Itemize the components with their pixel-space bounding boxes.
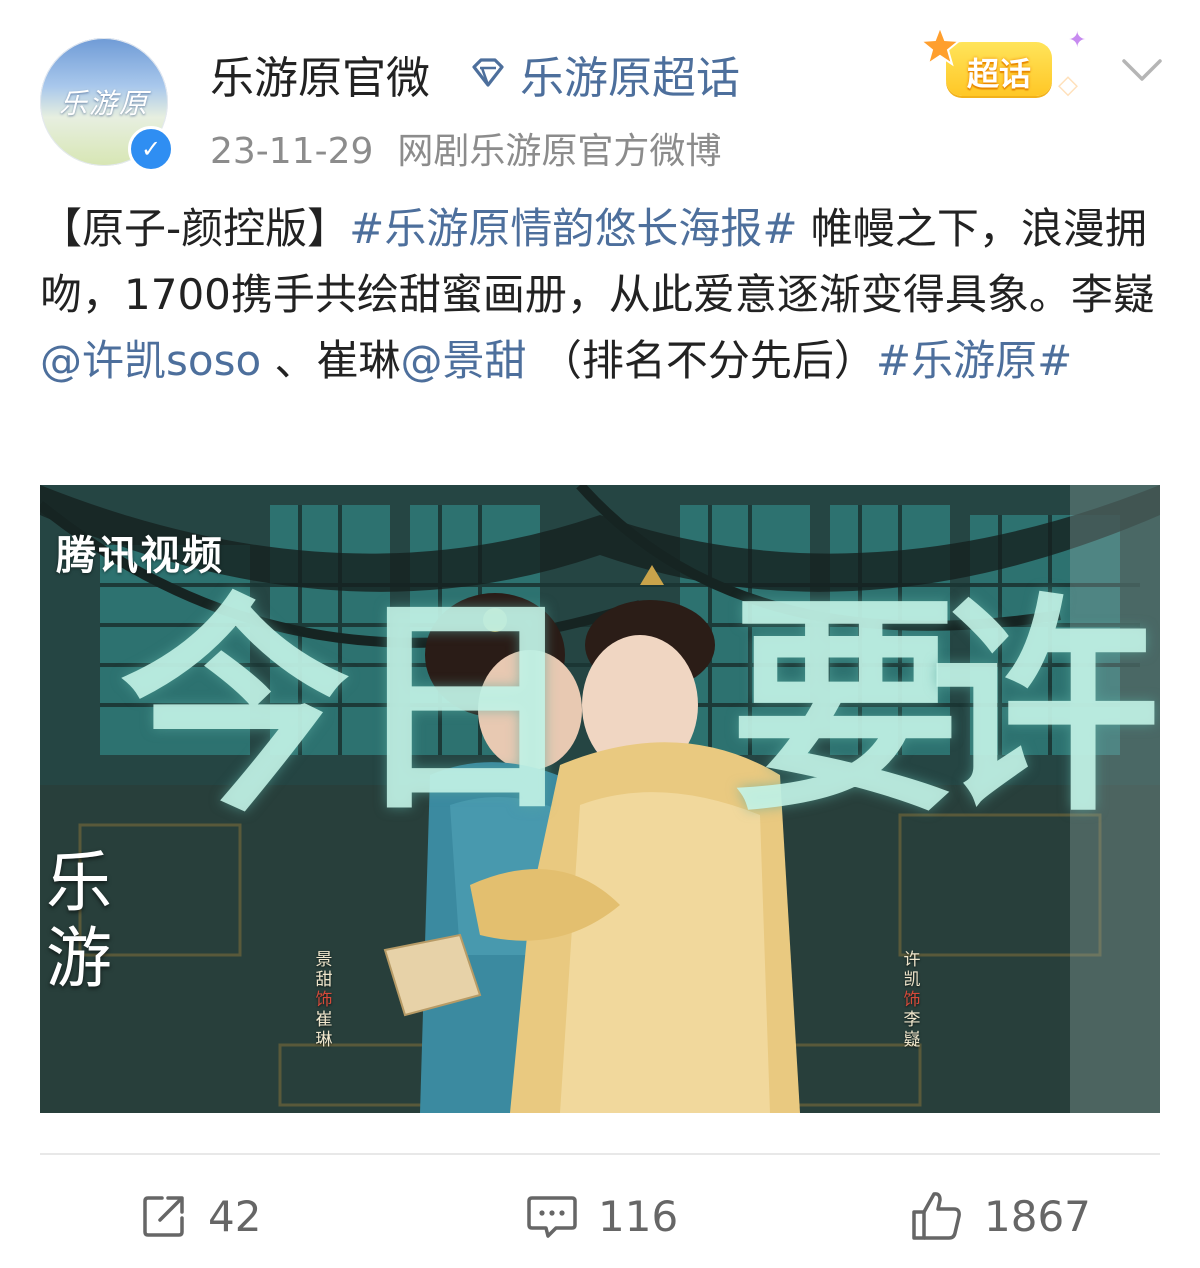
credit-char: 琳 (315, 1030, 333, 1050)
credit-char: 崔 (315, 1010, 333, 1030)
avatar-logo-text: 乐游原 (58, 87, 149, 120)
post-body: 、崔琳 (261, 336, 401, 385)
chevron-down-icon[interactable] (1120, 56, 1164, 84)
poster-title-char: 要 (730, 573, 961, 843)
super-topic-link[interactable]: 乐游原超话 (520, 42, 740, 106)
super-topic-diamond-icon (472, 58, 504, 87)
credit-char: 甜 (315, 970, 333, 990)
post-date: 23-11-29 (210, 131, 374, 172)
credit-char: 李 (903, 1010, 921, 1030)
hashtag-link[interactable]: #乐游原# (876, 336, 1072, 385)
post-body: （排名不分先后） (526, 336, 876, 385)
post-text: 【原子-颜控版】#乐游原情韵悠长海报# 帷幔之下，浪漫拥吻，1700携手共绘甜蜜… (40, 196, 1165, 394)
repost-button[interactable]: 42 (140, 1186, 261, 1246)
account-name[interactable]: 乐游原官微 (210, 42, 430, 106)
poster-side-title-char: 游 (46, 920, 112, 997)
action-bar-divider (40, 1153, 1160, 1155)
poster-title-char: 许 (930, 573, 1160, 843)
repost-icon (143, 1196, 184, 1237)
mention-link[interactable]: @许凯soso (40, 336, 261, 385)
repost-count: 42 (208, 1191, 262, 1241)
poster-credit-left: 景 甜 饰 崔 琳 (312, 950, 336, 1050)
credit-char: 嶷 (903, 1030, 921, 1050)
star-icon (918, 24, 962, 67)
verified-badge-icon: ✓ (128, 126, 174, 172)
post-prefix: 【原子-颜控版】 (40, 204, 350, 253)
credit-char: 饰 (315, 990, 333, 1010)
super-topic-badge[interactable]: 超话 ✦ ◇ (918, 24, 1098, 104)
like-button[interactable]: 1867 (910, 1186, 1091, 1246)
poster-side-title: 乐 游 (46, 845, 116, 997)
comment-count: 116 (598, 1191, 679, 1241)
credit-char: 凯 (903, 970, 921, 990)
credit-char: 饰 (903, 990, 921, 1010)
poster-title-char: 今 (120, 573, 351, 843)
mention-link[interactable]: @景甜 (401, 336, 527, 385)
post-meta: 23-11-29 网剧乐游原官方微博 (210, 122, 721, 174)
poster-credit-right: 许 凯 饰 李 嶷 (900, 950, 924, 1050)
hashtag-link[interactable]: #乐游原情韵悠长海报# (349, 204, 797, 253)
thumbs-up-icon (912, 1192, 961, 1240)
like-count: 1867 (984, 1191, 1091, 1241)
poster-side-title-char: 乐 (46, 844, 112, 921)
poster-title-char: 日 (350, 573, 581, 843)
comment-icon (527, 1196, 577, 1238)
post-source: 网剧乐游原官方微博 (397, 131, 722, 172)
sparkle-icon: ✦ (1068, 28, 1087, 53)
post-image[interactable]: 腾讯视频 今 日 要 许 乐 游 景 甜 饰 崔 琳 许 凯 饰 李 嶷 (40, 485, 1160, 1113)
comment-button[interactable]: 116 (526, 1186, 678, 1246)
credit-char: 景 (315, 950, 333, 970)
credit-char: 许 (903, 950, 921, 970)
gem-icon: ◇ (1058, 70, 1078, 100)
